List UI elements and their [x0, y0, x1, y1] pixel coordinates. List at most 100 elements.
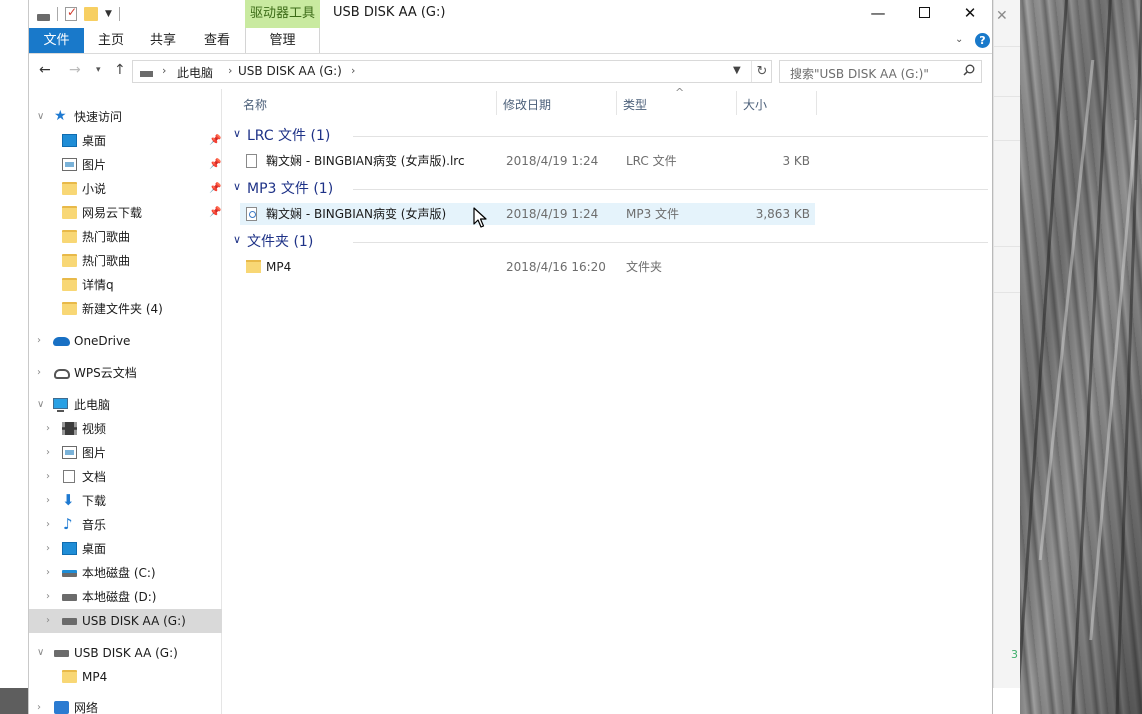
tab-file[interactable]: 文件: [29, 28, 84, 53]
desktop-icon: [62, 134, 77, 147]
tab-view[interactable]: 查看: [195, 28, 239, 53]
nav-pc-music[interactable]: › ♪ 音乐: [29, 513, 222, 537]
collapse-chevron-icon[interactable]: ∨: [233, 180, 241, 193]
tab-share[interactable]: 共享: [141, 28, 185, 53]
expand-chevron-icon[interactable]: ›: [46, 417, 50, 441]
nav-pc-pictures[interactable]: › 图片: [29, 441, 222, 465]
forward-button[interactable]: →: [69, 62, 81, 78]
expand-chevron-icon[interactable]: ›: [46, 561, 50, 585]
nav-quick-item-desktop[interactable]: 桌面 📌: [29, 129, 222, 153]
nav-quick-item-netease[interactable]: 网易云下载 📌: [29, 201, 222, 225]
maximize-button[interactable]: [901, 0, 947, 26]
address-dropdown-icon[interactable]: ▼: [733, 65, 741, 76]
nav-quick-item-pictures[interactable]: 图片 📌: [29, 153, 222, 177]
group-divider: [353, 242, 988, 243]
toolbar-separator: [57, 7, 58, 21]
recent-locations-button[interactable]: ▾: [96, 65, 101, 75]
refresh-button[interactable]: ↻: [751, 61, 772, 82]
nav-quick-item-hot-songs-2[interactable]: 热门歌曲: [29, 249, 222, 273]
breadcrumb-chevron-icon[interactable]: ›: [162, 64, 166, 77]
expand-chevron-icon[interactable]: ›: [46, 537, 50, 561]
column-divider[interactable]: [496, 91, 497, 115]
nav-quick-item-details[interactable]: 详情q: [29, 273, 222, 297]
collapse-chevron-icon[interactable]: ∨: [37, 641, 44, 665]
column-divider[interactable]: [616, 91, 617, 115]
pin-icon[interactable]: 📌: [209, 129, 221, 153]
search-box[interactable]: 搜索"USB DISK AA (G:)": [779, 60, 982, 83]
file-row[interactable]: 鞠文娴 - BINGBIAN病变 (女声版) 2018/4/19 1:24 MP…: [240, 203, 815, 225]
breadcrumb-usb-disk[interactable]: USB DISK AA (G:): [238, 64, 342, 78]
expand-chevron-icon[interactable]: ›: [46, 465, 50, 489]
column-divider[interactable]: [816, 91, 817, 115]
group-header-folder[interactable]: ∨ 文件夹 (1): [233, 233, 988, 253]
up-button[interactable]: ↑: [114, 62, 126, 78]
column-name[interactable]: 名称: [243, 96, 267, 113]
nav-quick-item-new-folder[interactable]: 新建文件夹 (4): [29, 297, 222, 321]
expand-ribbon-icon[interactable]: ⌄: [955, 34, 963, 45]
nav-usb-mp4[interactable]: MP4: [29, 665, 222, 689]
breadcrumb-chevron-icon[interactable]: ›: [228, 64, 232, 77]
nav-pc-downloads[interactable]: › ⬇ 下载: [29, 489, 222, 513]
tab-home[interactable]: 主页: [89, 28, 133, 53]
breadcrumb-chevron-icon[interactable]: ›: [351, 64, 355, 77]
nav-onedrive[interactable]: › OneDrive: [29, 329, 222, 353]
folder-icon: [62, 206, 77, 219]
nav-pc-desktop[interactable]: › 桌面: [29, 537, 222, 561]
folder-icon: [246, 260, 261, 273]
group-title: LRC 文件 (1): [247, 128, 331, 144]
back-button[interactable]: ←: [39, 62, 51, 78]
nav-quick-item-hot-songs[interactable]: 热门歌曲: [29, 225, 222, 249]
nav-quick-item-novel[interactable]: 小说 📌: [29, 177, 222, 201]
file-row[interactable]: MP4 2018/4/16 16:20 文件夹: [240, 256, 815, 278]
nav-pc-usb-disk[interactable]: › USB DISK AA (G:): [29, 609, 222, 633]
collapse-chevron-icon[interactable]: ∨: [233, 127, 241, 140]
nav-label: 图片: [82, 158, 107, 172]
group-header-mp3[interactable]: ∨ MP3 文件 (1): [233, 180, 988, 200]
expand-chevron-icon[interactable]: ›: [46, 609, 50, 633]
nav-label: 小说: [82, 182, 107, 196]
new-folder-icon[interactable]: [84, 7, 98, 21]
nav-pc-videos[interactable]: › 视频: [29, 417, 222, 441]
close-button[interactable]: ✕: [947, 0, 992, 26]
expand-chevron-icon[interactable]: ›: [46, 513, 50, 537]
nav-wps-cloud[interactable]: › WPS云文档: [29, 361, 222, 385]
expand-chevron-icon[interactable]: ›: [46, 441, 50, 465]
address-bar[interactable]: › 此电脑 › USB DISK AA (G:) › ▼ ↻: [132, 60, 772, 83]
nav-network[interactable]: › 网络: [29, 696, 222, 714]
properties-icon[interactable]: [65, 5, 77, 21]
minimize-button[interactable]: —: [855, 0, 901, 26]
nav-this-pc[interactable]: ∨ 此电脑: [29, 393, 222, 417]
column-date-modified[interactable]: 修改日期: [503, 96, 551, 113]
expand-chevron-icon[interactable]: ›: [37, 696, 41, 714]
nav-label: 本地磁盘 (D:): [82, 590, 157, 604]
pin-icon[interactable]: 📌: [209, 201, 221, 225]
collapse-chevron-icon[interactable]: ∨: [37, 105, 44, 129]
collapse-chevron-icon[interactable]: ∨: [233, 233, 241, 246]
column-type[interactable]: 类型: [623, 96, 647, 113]
tab-manage[interactable]: 管理: [245, 28, 320, 53]
pin-icon[interactable]: 📌: [209, 153, 221, 177]
nav-pc-documents[interactable]: › 文档: [29, 465, 222, 489]
expand-chevron-icon[interactable]: ›: [37, 361, 41, 385]
search-icon: [963, 64, 975, 76]
expand-chevron-icon[interactable]: ›: [37, 329, 41, 353]
expand-chevron-icon[interactable]: ›: [46, 489, 50, 513]
column-size[interactable]: 大小: [743, 96, 767, 113]
nav-quick-access[interactable]: ∨ ★ 快速访问: [29, 105, 222, 129]
maximize-icon: [918, 6, 930, 18]
expand-chevron-icon[interactable]: ›: [46, 585, 50, 609]
pin-icon[interactable]: 📌: [209, 177, 221, 201]
help-icon[interactable]: ?: [975, 33, 990, 48]
wallpaper-streak: [1089, 120, 1138, 640]
nav-pc-local-disk-d[interactable]: › 本地磁盘 (D:): [29, 585, 222, 609]
collapse-chevron-icon[interactable]: ∨: [37, 393, 44, 417]
nav-usb-root[interactable]: ∨ USB DISK AA (G:): [29, 641, 222, 665]
breadcrumb-this-pc[interactable]: 此电脑: [177, 64, 213, 81]
navigation-pane: ∨ ★ 快速访问 桌面 📌 图片 📌 小说 📌 网易云下载 📌 热门歌曲 热门歌…: [29, 89, 222, 714]
nav-pc-local-disk-c[interactable]: › 本地磁盘 (C:): [29, 561, 222, 585]
column-divider[interactable]: [736, 91, 737, 115]
file-row[interactable]: 鞠文娴 - BINGBIAN病变 (女声版).lrc 2018/4/19 1:2…: [240, 150, 815, 172]
explorer-window: ▼ 驱动器工具 USB DISK AA (G:) — ✕ 文件 主页 共享 查看…: [28, 0, 993, 714]
group-header-lrc[interactable]: ∨ LRC 文件 (1): [233, 127, 988, 147]
customize-toolbar-icon[interactable]: ▼: [105, 9, 112, 19]
